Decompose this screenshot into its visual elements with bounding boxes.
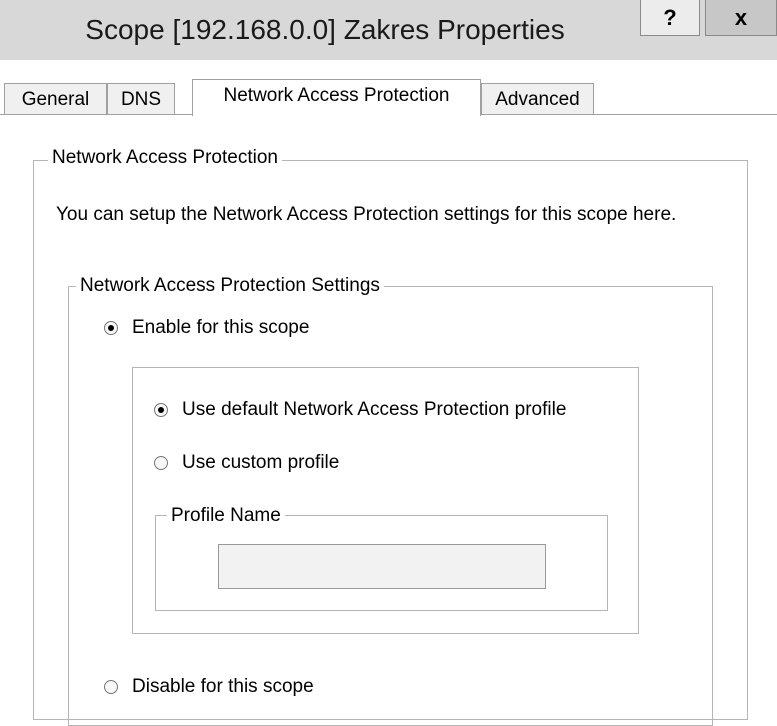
tab-advanced[interactable]: Advanced xyxy=(481,83,594,115)
profile-name-input[interactable] xyxy=(218,544,546,589)
title-bar: Scope [192.168.0.0] Zakres Properties ? … xyxy=(0,0,777,60)
close-icon: x xyxy=(734,5,748,30)
profile-name-legend: Profile Name xyxy=(167,505,285,527)
disable-radio-indicator xyxy=(104,680,118,694)
tab-content-panel: Network Access Protection You can setup … xyxy=(0,114,777,726)
nap-settings-legend: Network Access Protection Settings xyxy=(76,275,384,297)
window-title: Scope [192.168.0.0] Zakres Properties xyxy=(85,14,565,45)
custom-profile-radio-indicator xyxy=(154,456,168,470)
enable-scope-radio[interactable]: Enable for this scope xyxy=(104,317,309,339)
tab-strip: General DNS Network Access Protection Ad… xyxy=(0,79,777,116)
help-icon: ? xyxy=(663,5,677,30)
close-button[interactable]: x xyxy=(705,0,777,36)
nap-group-legend: Network Access Protection xyxy=(48,147,282,169)
radio-selected-dot xyxy=(108,325,114,331)
enable-radio-indicator xyxy=(104,321,118,335)
radio-selected-dot xyxy=(158,407,164,413)
help-button[interactable]: ? xyxy=(640,0,700,36)
nap-description: You can setup the Network Access Protect… xyxy=(56,204,677,225)
default-profile-label: Use default Network Access Protection pr… xyxy=(182,399,567,420)
tab-dns[interactable]: DNS xyxy=(107,83,175,115)
custom-profile-label: Use custom profile xyxy=(182,452,340,473)
tab-network-access-protection[interactable]: Network Access Protection xyxy=(192,79,481,116)
custom-profile-radio[interactable]: Use custom profile xyxy=(154,452,339,474)
default-profile-radio[interactable]: Use default Network Access Protection pr… xyxy=(154,399,566,421)
disable-scope-label: Disable for this scope xyxy=(132,676,314,697)
disable-scope-radio[interactable]: Disable for this scope xyxy=(104,676,314,698)
tab-general[interactable]: General xyxy=(4,83,107,115)
default-profile-radio-indicator xyxy=(154,403,168,417)
enable-scope-label: Enable for this scope xyxy=(132,317,310,338)
